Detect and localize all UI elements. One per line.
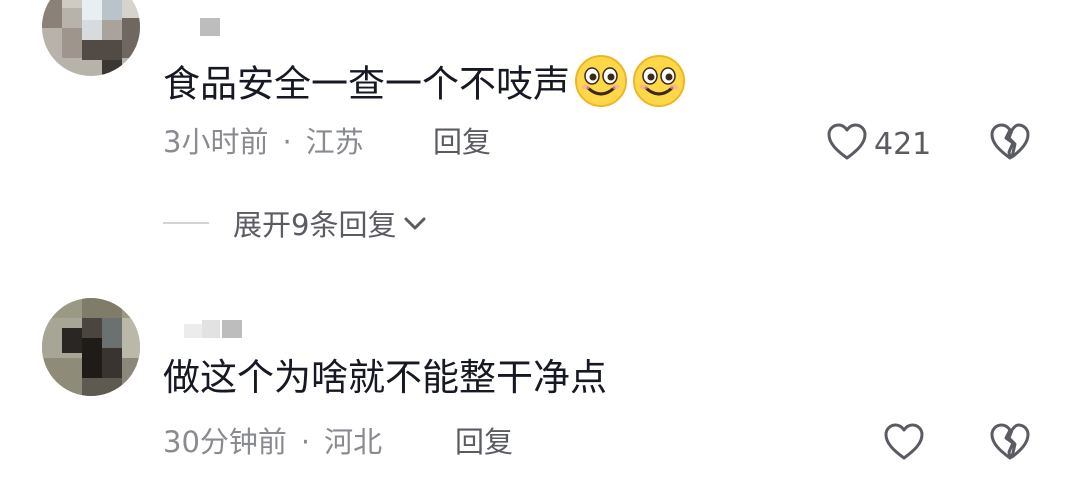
comment-time: 30分钟前: [163, 425, 287, 459]
username[interactable]: [184, 320, 242, 338]
dislike-button[interactable]: [989, 122, 1031, 166]
comment-text-content: 食品安全一查一个不吱声: [163, 62, 570, 106]
avatar[interactable]: [42, 0, 140, 76]
broken-heart-icon: [989, 123, 1031, 166]
meta-separator: ·: [300, 425, 311, 459]
like-button[interactable]: [883, 422, 931, 466]
expand-replies-label: 展开9条回复: [233, 208, 397, 242]
like-button[interactable]: 421: [826, 122, 931, 166]
divider-line: [163, 222, 209, 224]
comment-meta: 30分钟前 · 河北: [163, 424, 382, 460]
broken-heart-icon: [989, 423, 1031, 466]
avatar[interactable]: [42, 298, 140, 396]
meta-separator: ·: [282, 125, 292, 159]
comment-text: 做这个为啥就不能整干净点: [163, 356, 607, 400]
username[interactable]: [200, 18, 220, 36]
comment-location: 河北: [324, 425, 383, 459]
heart-icon: [826, 122, 868, 166]
reply-button[interactable]: 回复: [433, 124, 491, 160]
reply-button[interactable]: 回复: [455, 424, 513, 460]
expand-replies-button[interactable]: 展开9条回复: [163, 202, 428, 244]
comment-location: 江苏: [305, 125, 364, 159]
chevron-down-icon: [402, 213, 428, 233]
like-count: 421: [874, 126, 932, 162]
slightly-smiling-face-icon: [632, 54, 686, 118]
heart-icon: [883, 422, 925, 466]
slightly-smiling-face-icon: [574, 54, 628, 118]
comment-text: 食品安全一查一个不吱声: [163, 54, 686, 118]
comment-meta: 3小时前 · 江苏: [163, 124, 364, 160]
comment-text-content: 做这个为啥就不能整干净点: [163, 356, 607, 399]
dislike-button[interactable]: [989, 422, 1031, 466]
comment-time: 3小时前: [163, 125, 269, 159]
